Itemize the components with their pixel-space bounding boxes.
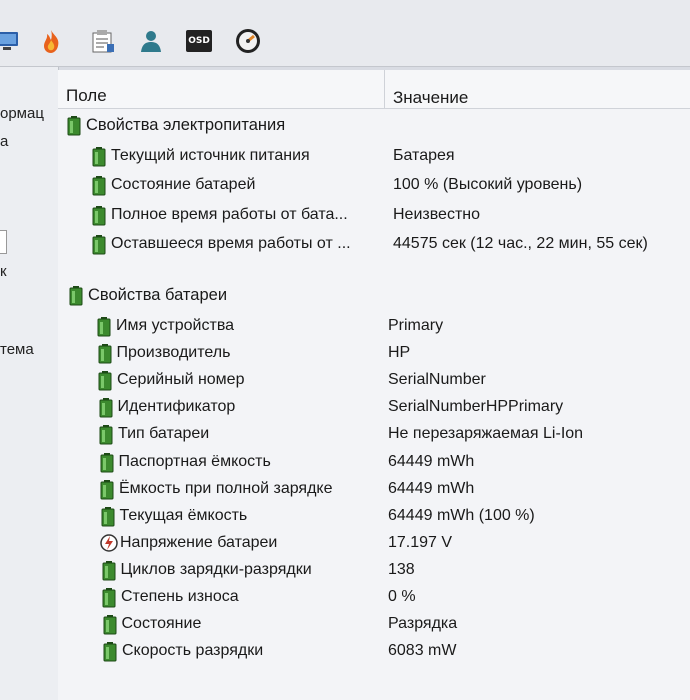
table-row[interactable]: Текущая ёмкость 64449 mWh (100 %) (100, 505, 690, 529)
row-field: Имя устройства (116, 317, 235, 334)
battery-icon (66, 116, 84, 136)
battery-icon (91, 205, 109, 226)
sidebar-fragment[interactable]: тема (0, 341, 34, 358)
row-value: 100 % (Высокий уровень) (393, 176, 583, 194)
row-value: 138 (388, 560, 415, 578)
sidebar-fragment[interactable]: ормац (0, 105, 44, 122)
battery-icon (101, 560, 119, 581)
table-row[interactable]: Паспортная ёмкость 64449 mWh (99, 451, 690, 475)
battery-icon (91, 176, 109, 196)
row-field: Текущий источник питания (111, 147, 310, 164)
row-field: Текущая ёмкость (119, 506, 248, 524)
row-value: Неизвестно (393, 205, 481, 223)
table-row[interactable]: Имя устройства Primary (96, 315, 690, 339)
row-field: Циклов зарядки-разрядки (120, 560, 312, 578)
table-row[interactable]: Оставшееся время работы от ... 44575 сек … (91, 233, 690, 257)
details-panel: Поле Значение Свойства электропитания Тек… (58, 70, 690, 700)
row-field: Ёмкость при полной зарядке (119, 479, 333, 497)
sidebar-scroll-box[interactable] (0, 230, 7, 254)
table-row[interactable]: Текущий источник питания Батарея (91, 145, 690, 169)
voltage-icon (100, 534, 118, 554)
table-row[interactable]: Ёмкость при полной зарядке 64449 mWh (99, 478, 690, 502)
table-row[interactable]: Идентификатор SerialNumberHPPrimary (98, 396, 690, 420)
battery-icon (91, 234, 109, 255)
battery-icon (98, 398, 116, 418)
row-value: SerialNumber (388, 371, 486, 389)
row-value: 0 % (388, 588, 416, 605)
table-row[interactable]: Напряжение батареи 17.197 V (100, 532, 690, 556)
row-value: HP (388, 344, 411, 362)
battery-icon (99, 452, 117, 473)
column-header: Поле Значение (58, 70, 690, 109)
sidebar-fragment[interactable]: к (0, 263, 7, 280)
battery-icon (102, 615, 120, 635)
report-icon[interactable] (88, 26, 118, 56)
table-row[interactable]: Производитель HP (97, 342, 690, 366)
row-value: Батарея (393, 147, 455, 164)
osd-icon[interactable]: OSD (184, 26, 214, 56)
row-field: Идентификатор (117, 398, 236, 416)
table-row[interactable]: Состояние Разрядка (102, 613, 690, 637)
battery-icon (96, 317, 114, 337)
table-row[interactable]: Серийный номер SerialNumber (97, 369, 690, 393)
osd-label: OSD (186, 30, 212, 52)
row-value: SerialNumberHPPrimary (388, 398, 564, 416)
row-field: Паспортная ёмкость (118, 452, 271, 470)
table-row[interactable]: Скорость разрядки 6083 mW (102, 640, 690, 664)
computer-icon[interactable] (0, 26, 22, 56)
battery-icon (101, 588, 119, 608)
toolbar: OSD (0, 0, 690, 67)
table-row[interactable]: Тип батареи Не перезаряжаемая Li-Ion (98, 423, 690, 447)
group-title: Свойства батареи (88, 286, 228, 304)
table-row[interactable]: Состояние батарей 100 % (Высокий уровень) (91, 174, 690, 198)
battery-icon (98, 425, 116, 445)
row-field: Состояние батарей (111, 176, 256, 194)
row-value: Не перезаряжаемая Li-Ion (388, 425, 584, 443)
row-value: 44575 сек (12 час., 22 мин, 55 сек) (393, 234, 648, 252)
flame-icon[interactable] (36, 26, 66, 56)
row-field: Напряжение батареи (120, 533, 278, 551)
battery-icon (99, 479, 117, 500)
row-field: Скорость разрядки (122, 642, 264, 660)
row-value: 64449 mWh (100 %) (388, 506, 535, 524)
row-value: Primary (388, 317, 444, 334)
sidebar-fragment[interactable]: а (0, 133, 8, 150)
gauge-icon[interactable] (233, 26, 263, 56)
row-value: 64449 mWh (388, 479, 475, 497)
battery-icon (102, 642, 120, 662)
row-field: Производитель (116, 344, 231, 362)
row-value: 6083 mW (388, 642, 457, 660)
row-field: Полное время работы от бата... (111, 205, 348, 223)
battery-icon (100, 506, 118, 527)
user-icon[interactable] (135, 26, 165, 56)
row-field: Оставшееся время работы от ... (111, 234, 351, 252)
row-value: Разрядка (388, 615, 458, 633)
group-header[interactable]: Свойства электропитания (66, 114, 666, 138)
row-field: Тип батареи (118, 425, 210, 443)
table-row[interactable]: Степень износа 0 % (101, 586, 690, 610)
column-separator[interactable] (384, 70, 385, 108)
sidebar: ормац а к тема (0, 67, 59, 700)
row-field: Состояние (121, 615, 202, 633)
column-header-field[interactable]: Поле (66, 86, 107, 106)
battery-icon (97, 371, 115, 391)
group-header[interactable]: Свойства батареи (68, 284, 668, 308)
table-row[interactable]: Полное время работы от бата... Неизвестно (91, 204, 690, 228)
row-field: Серийный номер (117, 371, 245, 389)
column-header-value[interactable]: Значение (393, 88, 468, 108)
table-row[interactable]: Циклов зарядки-разрядки 138 (101, 559, 690, 583)
row-value: 64449 mWh (388, 452, 475, 470)
battery-icon (68, 286, 86, 306)
row-field: Степень износа (121, 588, 239, 605)
battery-icon (91, 147, 109, 167)
group-title: Свойства электропитания (86, 116, 286, 134)
battery-icon (97, 344, 115, 364)
row-value: 17.197 V (388, 533, 453, 551)
